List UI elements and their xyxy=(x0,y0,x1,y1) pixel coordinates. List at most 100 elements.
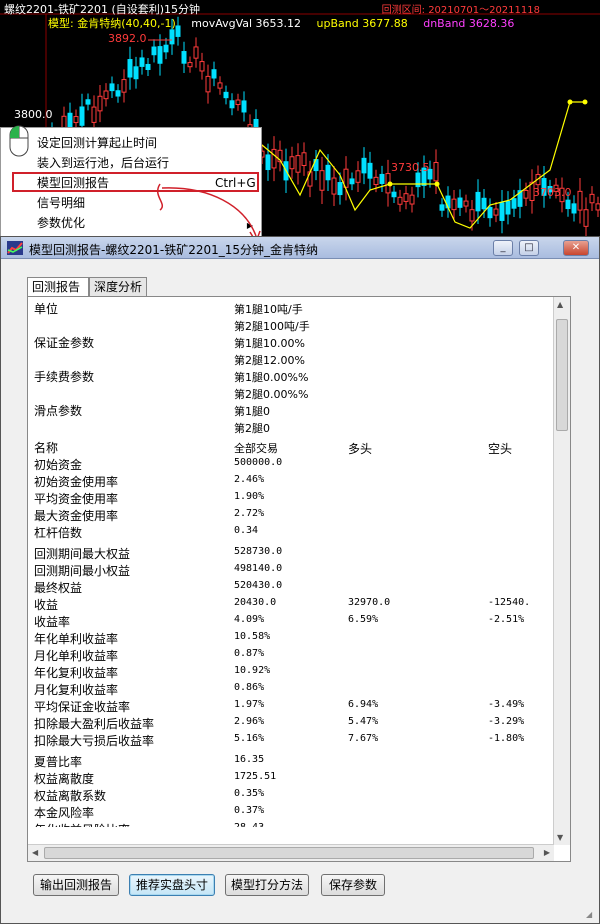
indicator-upband: upBand 3677.88 xyxy=(316,17,408,30)
report-row: 第2腿100吨/手 xyxy=(32,316,552,333)
report-row: 回测期间最大权益 528730.0 xyxy=(32,544,552,561)
save-params-button[interactable]: 保存参数 xyxy=(321,874,385,896)
candle-body xyxy=(457,197,463,208)
report-cell-short: -12540. xyxy=(488,597,531,608)
report-row: 权益离散系数 0.35% xyxy=(32,786,552,803)
scroll-down-icon[interactable]: ▼ xyxy=(557,833,563,842)
price-label-mid: 3730.5 xyxy=(391,161,430,174)
report-cell-long: 5.47% xyxy=(348,716,379,727)
candle-body xyxy=(349,178,355,185)
menu-item-set-time[interactable]: 设定回测计算起止时间 xyxy=(37,133,157,153)
report-cell-name: 保证金参数 xyxy=(34,336,95,350)
report-row: 本金风险率 0.37% xyxy=(32,803,552,820)
report-cell-all: 498140.0 xyxy=(234,563,283,574)
tab-backtest-report[interactable]: 回测报告 xyxy=(27,277,89,298)
report-list[interactable]: 单位 第1腿10吨/手 第2腿100吨/手 保证金参数 第1腿10.00% 第2腿12.0… xyxy=(32,297,554,827)
candle-body xyxy=(145,63,151,70)
candle-body xyxy=(307,171,313,187)
report-cell-short: -1.80% xyxy=(488,733,525,744)
menu-item-signal-detail[interactable]: 信号明细 xyxy=(37,193,85,213)
report-cell-all: 528730.0 xyxy=(234,546,283,557)
report-cell-name: 初始资金使用率 xyxy=(34,475,119,489)
scroll-right-icon[interactable]: ▶ xyxy=(544,848,550,857)
close-button[interactable]: ✕ xyxy=(563,240,589,256)
report-row: 最终权益 520430.0 xyxy=(32,578,552,595)
price-label-high: 3892.0 xyxy=(108,32,147,45)
vertical-scroll-thumb[interactable] xyxy=(556,319,568,431)
report-row: 单位 第1腿10吨/手 xyxy=(32,299,552,316)
scroll-up-icon[interactable]: ▲ xyxy=(557,300,563,309)
indicator-model: 模型: 金肯特纳(40,40,-1) xyxy=(48,17,176,30)
menu-label: 设定回测计算起止时间 xyxy=(37,136,158,150)
candle-body xyxy=(295,155,301,173)
candle-body xyxy=(235,99,241,106)
report-cell-long: 6.94% xyxy=(348,699,379,710)
report-row: 权益离散度 1725.51 xyxy=(32,769,552,786)
candle-body xyxy=(439,204,445,211)
candle-body xyxy=(265,154,271,171)
indicator-bar: 模型: 金肯特纳(40,40,-1) movAvgVal 3653.12 upB… xyxy=(48,15,526,31)
candle-body xyxy=(589,193,595,204)
candle-body xyxy=(205,75,211,93)
scroll-left-icon[interactable]: ◀ xyxy=(32,848,38,857)
candle-body xyxy=(271,148,277,169)
candle-body xyxy=(157,46,163,64)
menu-item-backtest-report[interactable]: 模型回测报告 Ctrl+G xyxy=(37,173,256,193)
candle-body xyxy=(565,199,571,210)
indicator-dnband: dnBand 3628.36 xyxy=(423,17,515,30)
vertical-scrollbar[interactable]: ▲ ▼ xyxy=(553,297,570,845)
candle-body xyxy=(505,200,511,215)
horizontal-scroll-thumb[interactable] xyxy=(44,847,534,859)
candle-body xyxy=(163,44,169,53)
resize-grip-icon[interactable]: ◢ xyxy=(586,910,596,920)
candle-body xyxy=(85,99,91,105)
report-cell-all: 1.90% xyxy=(234,491,265,502)
report-cell-short: -3.49% xyxy=(488,699,525,710)
report-cell-long: 32970.0 xyxy=(348,597,391,608)
candle-body xyxy=(217,82,223,89)
report-row: 最大资金使用率 2.72% xyxy=(32,506,552,523)
report-row: 年化单利收益率 10.58% xyxy=(32,629,552,646)
candle-body xyxy=(67,112,73,128)
candle-body xyxy=(481,197,487,210)
report-cell-all: 1.97% xyxy=(234,699,265,710)
report-cell-all: 10.58% xyxy=(234,631,271,642)
report-cell-all: 2.46% xyxy=(234,474,265,485)
report-row: 保证金参数 第1腿10.00% xyxy=(32,333,552,350)
candle-body xyxy=(493,208,499,216)
candle-body xyxy=(115,90,121,97)
app-icon xyxy=(7,241,23,255)
menu-item-load-pool[interactable]: 装入到运行池，后台运行 xyxy=(37,153,169,173)
candle-body xyxy=(379,173,385,184)
report-cell-name: 月化单利收益率 xyxy=(34,649,119,663)
export-report-button[interactable]: 输出回测报告 xyxy=(33,874,119,896)
report-cell-name: 回测期间最大权益 xyxy=(34,547,131,561)
report-cell-all: 第1腿10.00% xyxy=(234,337,305,350)
report-cell-all: 第2腿0.00%% xyxy=(234,388,309,401)
candle-body xyxy=(451,198,457,211)
report-cell-name: 权益离散系数 xyxy=(34,789,107,803)
candle-body xyxy=(355,170,361,183)
minimize-button[interactable]: _ xyxy=(493,240,513,256)
candle-body xyxy=(223,91,229,99)
candle-body xyxy=(79,106,85,126)
report-row: 收益率 4.09% 6.59% -2.51% xyxy=(32,612,552,629)
recommend-position-button[interactable]: 推荐实盘头寸 xyxy=(129,874,215,896)
report-row: 年化复利收益率 10.92% xyxy=(32,663,552,680)
report-cell-all: 第1腿10吨/手 xyxy=(234,303,303,316)
report-row: 滑点参数 第1腿0 xyxy=(32,401,552,418)
report-cell-all: 0.35% xyxy=(234,788,265,799)
report-cell-all: 全部交易 xyxy=(234,442,278,455)
report-cell-all: 10.92% xyxy=(234,665,271,676)
report-cell-name: 杠杆倍数 xyxy=(34,526,83,540)
horizontal-scrollbar[interactable]: ◀ ▶ xyxy=(28,844,554,861)
tab-deep-analysis[interactable]: 深度分析 xyxy=(89,277,147,297)
report-row: 年化收益风险比率 28.43 xyxy=(32,820,552,827)
scoring-method-button[interactable]: 模型打分方法 xyxy=(225,874,309,896)
candle-body xyxy=(595,203,600,211)
report-cell-all: 4.09% xyxy=(234,614,265,625)
maximize-button[interactable]: □ xyxy=(519,240,539,256)
backtest-report-dialog: 模型回测报告-螺纹2201-铁矿2201_15分钟_金肯特纳 _ □ ✕ 回测报… xyxy=(0,236,600,924)
candle-body xyxy=(193,46,199,59)
dialog-titlebar[interactable]: 模型回测报告-螺纹2201-铁矿2201_15分钟_金肯特纳 _ □ ✕ xyxy=(1,237,599,259)
